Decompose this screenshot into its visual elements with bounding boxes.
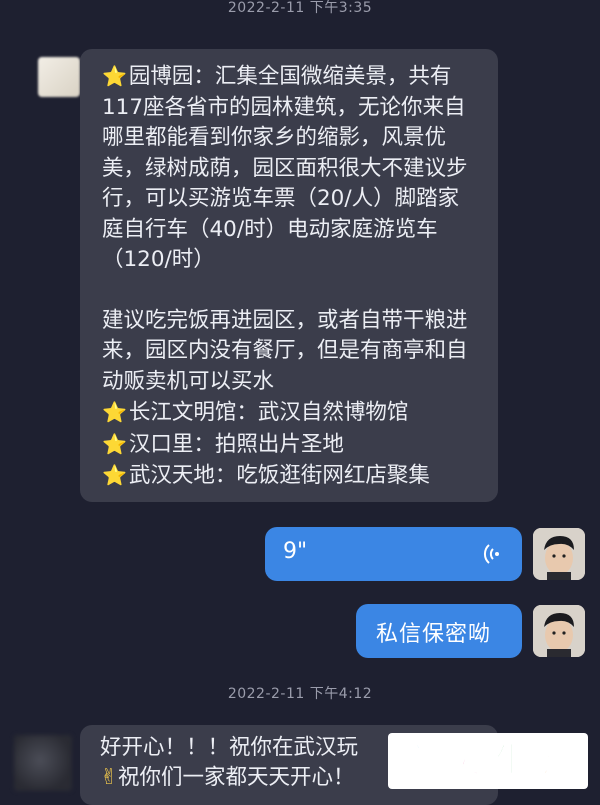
list-item: ⭐武汉天地：吃饭逛街网红店聚集 <box>102 463 430 488</box>
watermark-char: 宜 <box>400 740 436 782</box>
sender-avatar[interactable] <box>38 57 80 97</box>
watermark-char: 美 <box>447 740 483 782</box>
incoming-message-bubble[interactable]: ⭐园博园：汇集全国微缩美景，共有117座各省市的园林建筑，无论你来自哪里都能看到… <box>80 49 498 502</box>
message-text: 私信保密呦 <box>376 622 492 647</box>
self-avatar[interactable] <box>533 605 585 657</box>
list-item: ⭐长江文明馆：武汉自然博物馆 <box>102 400 409 425</box>
star-icon: ⭐ <box>102 400 127 424</box>
star-icon: ⭐ <box>102 431 127 456</box>
outgoing-message-bubble[interactable]: 私信保密呦 <box>356 604 522 658</box>
message-paragraph: 建议吃完饭再进园区，或者自带干粮进来，园区内没有餐厅，但是有商亭和自动贩卖机可以… <box>102 307 468 394</box>
sender-avatar[interactable] <box>14 735 72 791</box>
timestamp: 2022-2-11 下午4:12 <box>227 686 373 702</box>
voice-message-bubble[interactable]: 9" <box>265 527 522 581</box>
watermark-char: 生 <box>494 740 530 782</box>
list-item: ⭐汉口里：拍照出片圣地 <box>102 431 344 457</box>
message-paragraph: ⭐园博园：汇集全国微缩美景，共有117座各省市的园林建筑，无论你来自哪里都能看到… <box>102 64 468 272</box>
victory-hand-icon: ✌ <box>100 765 119 790</box>
watermark-char: 活 <box>541 740 577 782</box>
timestamp: 2022-2-11 下午3:35 <box>227 0 373 16</box>
message-text: 好开心！！！祝你在武汉玩 ✌祝你们一家都天天开心！ <box>100 735 359 790</box>
star-icon: ⭐ <box>102 64 127 88</box>
voice-duration: 9" <box>283 539 308 564</box>
watermark-logo: 宜 美 生 活 <box>388 733 588 789</box>
star-icon: ⭐ <box>102 463 127 487</box>
self-avatar[interactable] <box>533 528 585 580</box>
voice-wave-icon <box>482 543 504 569</box>
